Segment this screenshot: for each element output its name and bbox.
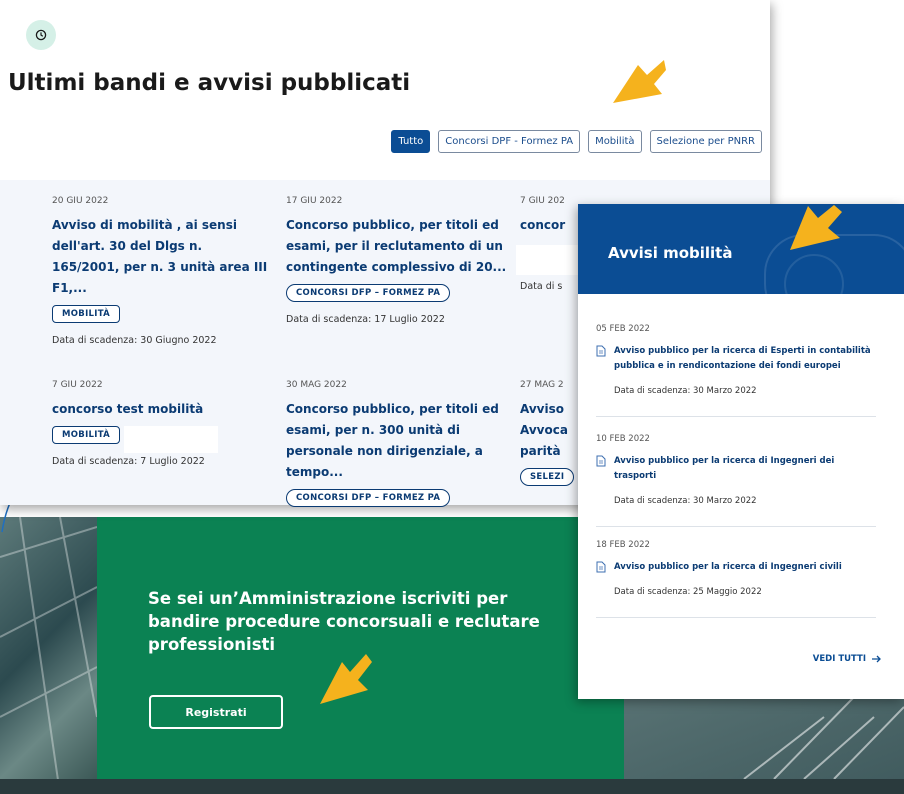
pointer-arrow-icon xyxy=(790,205,842,250)
card-title[interactable]: Concorso pubblico, per titoli ed esami, … xyxy=(286,399,511,483)
card-date: 7 GIU 2022 xyxy=(52,380,103,390)
card-deadline: Data di scadenza: 17 Luglio 2022 xyxy=(286,314,445,325)
see-all-label: VEDI TUTTI xyxy=(812,654,866,664)
section-title: Ultimi bandi e avvisi pubblicati xyxy=(8,70,411,96)
card-deadline: Data di s xyxy=(520,281,563,292)
call-card[interactable]: 17 GIU 2022 Concorso pubblico, per titol… xyxy=(286,196,511,325)
card-title[interactable]: concorso test mobilità xyxy=(52,399,272,420)
card-tag[interactable]: MOBILITÀ xyxy=(52,305,121,323)
document-icon xyxy=(596,455,606,467)
screenshot-collage: Se sei un’Amministrazione iscriviti per … xyxy=(0,0,904,794)
card-date: 27 MAG 2 xyxy=(520,380,564,390)
notice-deadline: Data di scadenza: 30 Marzo 2022 xyxy=(614,386,757,396)
notice-link[interactable]: Avviso pubblico per la ricerca di Ingegn… xyxy=(614,454,876,484)
footer-bar xyxy=(0,779,904,794)
mobility-title: Avvisi mobilità xyxy=(608,244,733,262)
glass-building-lines xyxy=(0,517,98,794)
card-date: 30 MAG 2022 xyxy=(286,380,347,390)
mobility-notices-panel: Avvisi mobilità 05 FEB 2022 Avviso pubbl… xyxy=(578,204,904,699)
notice-link[interactable]: Avviso pubblico per la ricerca di Espert… xyxy=(614,344,876,374)
mobility-list-item[interactable]: 05 FEB 2022 Avviso pubblico per la ricer… xyxy=(596,324,876,417)
card-title[interactable]: concor xyxy=(520,215,580,236)
banner-heading: Se sei un’Amministrazione iscriviti per … xyxy=(148,589,540,654)
card-title[interactable]: Concorso pubblico, per titoli ed esami, … xyxy=(286,215,511,278)
pointer-arrow-icon xyxy=(613,60,666,103)
card-tag[interactable]: CONCORSI DFP – FORMEZ PA xyxy=(286,284,451,302)
mobility-list-item[interactable]: 18 FEB 2022 Avviso pubblico per la ricer… xyxy=(596,540,876,618)
notice-date: 05 FEB 2022 xyxy=(596,324,650,334)
arrow-right-icon xyxy=(872,655,881,663)
card-date: 7 GIU 202 xyxy=(520,196,565,206)
pointer-arrow-icon xyxy=(320,654,372,704)
card-tag[interactable]: MOBILITÀ xyxy=(52,426,121,444)
call-card[interactable]: 7 GIU 2022 concorso test mobilità MOBILI… xyxy=(52,380,272,467)
call-card[interactable]: 30 MAG 2022 Concorso pubblico, per titol… xyxy=(286,380,511,507)
register-button[interactable]: Registrati xyxy=(149,695,283,729)
notice-link[interactable]: Avviso pubblico per la ricerca di Ingegn… xyxy=(614,560,842,575)
card-date: 20 GIU 2022 xyxy=(52,196,109,206)
call-card[interactable]: 20 GIU 2022 Avviso di mobilità , ai sens… xyxy=(52,196,272,346)
filter-all[interactable]: Tutto xyxy=(391,130,431,153)
call-card[interactable]: 7 GIU 202 concor Data di s xyxy=(520,196,580,292)
mobility-list-item[interactable]: 10 FEB 2022 Avviso pubblico per la ricer… xyxy=(596,434,876,527)
banner-photo-left xyxy=(0,517,98,794)
filter-bar: Tutto Concorsi DPF - Formez PA Mobilità … xyxy=(391,130,762,153)
document-icon xyxy=(596,345,606,357)
card-date: 17 GIU 2022 xyxy=(286,196,343,206)
see-all-link[interactable]: VEDI TUTTI xyxy=(813,654,882,664)
card-deadline: Data di scadenza: 30 Giugno 2022 xyxy=(52,335,217,346)
document-icon xyxy=(596,561,606,573)
filter-concorsi-dpf[interactable]: Concorsi DPF - Formez PA xyxy=(438,130,581,153)
card-tag[interactable]: SELEZI xyxy=(520,468,575,486)
notice-deadline: Data di scadenza: 30 Marzo 2022 xyxy=(614,496,757,506)
mobility-header: Avvisi mobilità xyxy=(578,204,904,294)
card-title[interactable]: Avviso di mobilità , ai sensi dell'art. … xyxy=(52,215,272,299)
notice-date: 10 FEB 2022 xyxy=(596,434,650,444)
card-title[interactable]: Avviso Avvoca parità xyxy=(520,399,568,462)
notice-date: 18 FEB 2022 xyxy=(596,540,650,550)
filter-mobilita[interactable]: Mobilità xyxy=(588,130,642,153)
call-card[interactable]: 27 MAG 2 Avviso Avvoca parità SELEZI xyxy=(520,380,578,486)
filter-pnrr[interactable]: Selezione per PNRR xyxy=(649,130,762,153)
card-deadline: Data di scadenza: 7 Luglio 2022 xyxy=(52,456,205,467)
notice-deadline: Data di scadenza: 25 Maggio 2022 xyxy=(614,587,762,597)
card-tag[interactable]: CONCORSI DFP – FORMEZ PA xyxy=(286,489,451,507)
clock-icon xyxy=(26,20,56,50)
